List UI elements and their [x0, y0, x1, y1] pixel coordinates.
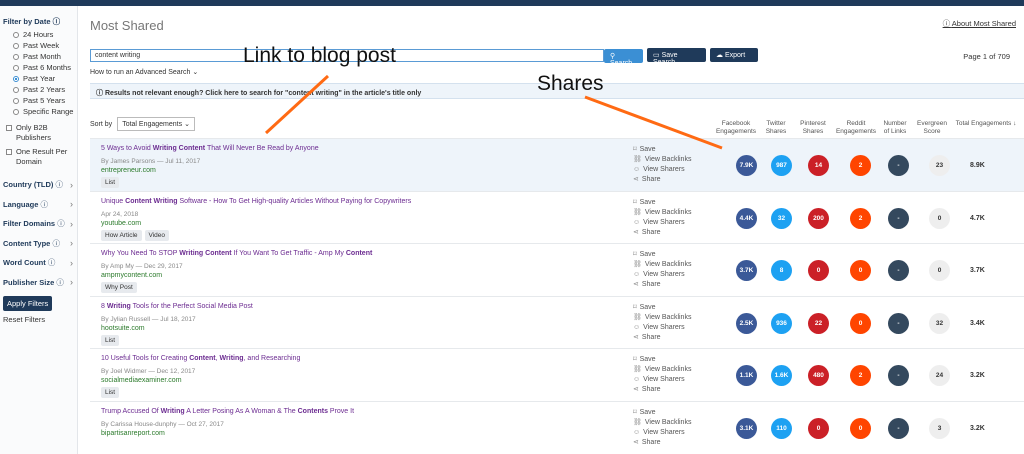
annotation-shares: Shares	[537, 72, 604, 95]
shares-annotation-arrow	[584, 95, 723, 150]
annotation-link-to-blog-post: Link to blog post	[243, 44, 396, 67]
link-annotation-arrow	[264, 74, 330, 135]
annotation-arrows	[264, 74, 723, 150]
